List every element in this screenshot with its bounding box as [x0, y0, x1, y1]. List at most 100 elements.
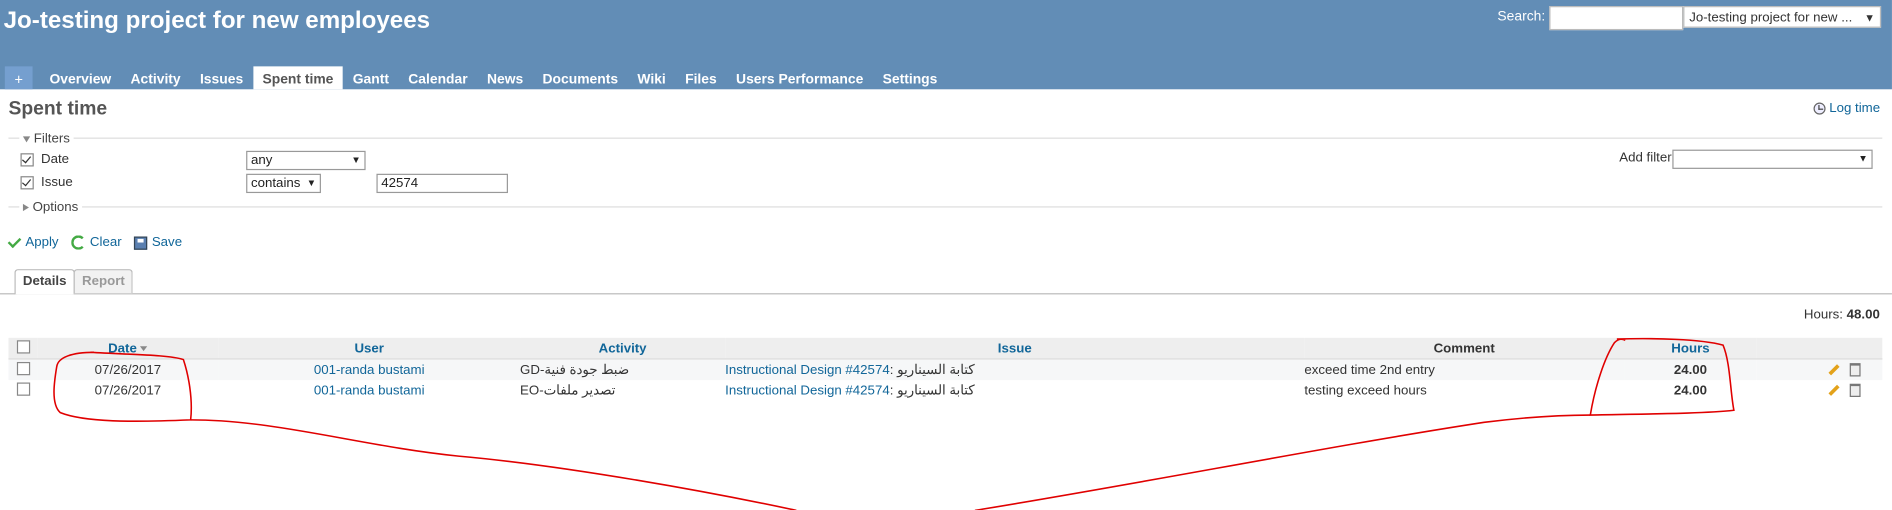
- clear-button[interactable]: Clear: [70, 235, 122, 250]
- row-activity: EO-تصدير ملفات: [520, 383, 616, 399]
- filters-legend-label: Filters: [33, 131, 70, 146]
- tab-issues[interactable]: Issues: [190, 66, 253, 89]
- table-row: 07/26/2017 001-randa bustami GD-ضبط جودة…: [8, 358, 1883, 381]
- row-comment: exceed time 2nd entry: [1304, 358, 1625, 381]
- row-issue-cell: Instructional Design #42574: كتابة السين…: [725, 358, 1305, 381]
- clear-label: Clear: [89, 235, 122, 250]
- date-operator-select[interactable]: any ▼: [246, 150, 366, 171]
- issue-filter-checkbox[interactable]: [20, 175, 34, 189]
- project-jump-select[interactable]: Jo-testing project for new ... ▼: [1683, 6, 1882, 28]
- select-all-cell: [8, 337, 38, 360]
- issue-subject: : كتابة السيناريو: [889, 363, 975, 378]
- column-user[interactable]: User: [218, 337, 521, 360]
- row-activity: GD-ضبط جودة فنية: [520, 358, 726, 381]
- tab-report[interactable]: Report: [73, 269, 134, 294]
- column-comment: Comment: [1304, 337, 1625, 360]
- chevron-down-icon: ▼: [306, 177, 317, 189]
- row-user-cell: 001-randa bustami: [218, 380, 520, 401]
- user-link[interactable]: 001-randa bustami: [314, 363, 425, 377]
- user-link[interactable]: 001-randa bustami: [314, 383, 425, 397]
- tab-activity[interactable]: Activity: [121, 66, 190, 89]
- column-date[interactable]: Date: [37, 337, 219, 360]
- row-select-cell: [8, 380, 37, 401]
- table-row: 07/26/2017 001-randa bustami EO-تصدير مل…: [8, 380, 1882, 401]
- row-checkbox[interactable]: [16, 361, 30, 375]
- row-actions: [1757, 380, 1882, 401]
- apply-label: Apply: [25, 235, 59, 250]
- column-actions: [1756, 337, 1883, 360]
- tab-users-performance[interactable]: Users Performance: [726, 66, 873, 89]
- sort-desc-icon: [140, 345, 148, 351]
- trash-icon[interactable]: [1849, 383, 1861, 398]
- tab-documents[interactable]: Documents: [533, 66, 628, 89]
- options-legend-label: Options: [32, 200, 79, 215]
- issue-operator-select[interactable]: contains ▼: [246, 173, 321, 194]
- date-filter-checkbox[interactable]: [20, 152, 34, 166]
- time-entries-table: Date User Activity Issue Comment Hours 0…: [8, 337, 1883, 401]
- tab-calendar[interactable]: Calendar: [399, 66, 478, 89]
- connecting-curve-left: [190, 419, 797, 510]
- checkmark-icon: [7, 233, 22, 248]
- edit-pencil-icon[interactable]: [1828, 364, 1840, 376]
- total-hours-value: 48.00: [1846, 307, 1880, 323]
- tab-news[interactable]: News: [477, 66, 533, 89]
- row-user-cell: 001-randa bustami: [218, 358, 521, 381]
- issue-operator-value: contains: [250, 176, 301, 191]
- tab-details[interactable]: Details: [14, 269, 75, 295]
- log-time-label: Log time: [1829, 101, 1881, 116]
- log-time-link[interactable]: Log time: [1813, 101, 1881, 116]
- select-all-checkbox[interactable]: [16, 339, 30, 353]
- row-select-cell: [8, 358, 38, 381]
- column-activity[interactable]: Activity: [520, 337, 726, 360]
- main-menu: + Overview Activity Issues Spent time Ga…: [4, 66, 947, 90]
- row-hours: 24.00: [1673, 383, 1708, 398]
- expand-arrow-icon: [22, 204, 29, 212]
- new-object-button[interactable]: +: [4, 66, 33, 90]
- tab-files[interactable]: Files: [675, 66, 726, 89]
- options-fieldset: Options: [8, 200, 1883, 215]
- project-title: Jo-testing project for new employees: [3, 7, 431, 34]
- column-hours[interactable]: Hours: [1624, 337, 1757, 360]
- project-jump-value: Jo-testing project for new ...: [1689, 10, 1853, 26]
- tab-gantt[interactable]: Gantt: [343, 66, 399, 89]
- total-hours: Hours: 48.00: [1804, 308, 1880, 322]
- tab-wiki[interactable]: Wiki: [628, 66, 676, 89]
- view-tabs: Details Report: [0, 269, 1892, 295]
- tab-overview[interactable]: Overview: [40, 66, 121, 89]
- issue-link[interactable]: Instructional Design #42574: [725, 363, 890, 377]
- save-label: Save: [151, 235, 183, 250]
- apply-button[interactable]: Apply: [7, 233, 59, 250]
- row-issue-cell: Instructional Design #42574: كتابة السين…: [725, 380, 1304, 401]
- filters-toggle[interactable]: Filters: [19, 131, 74, 146]
- add-filter-select[interactable]: ▼: [1672, 149, 1873, 169]
- page-title: Spent time: [8, 98, 108, 120]
- issue-value-input[interactable]: 42574: [376, 173, 508, 194]
- issue-link[interactable]: Instructional Design #42574: [725, 384, 890, 398]
- chevron-down-icon: ▼: [351, 154, 361, 166]
- filter-row-date: Date: [20, 152, 70, 167]
- row-checkbox[interactable]: [16, 381, 30, 396]
- issue-subject: : كتابة السيناريو: [889, 383, 975, 399]
- page: Jo-testing project for new employees Sea…: [0, 0, 1892, 510]
- table-header-row: Date User Activity Issue Comment Hours: [8, 337, 1883, 360]
- add-filter-label: Add filter: [1619, 150, 1672, 166]
- column-issue[interactable]: Issue: [725, 337, 1305, 360]
- search-input[interactable]: [1549, 6, 1684, 31]
- date-filter-label: Date: [41, 152, 70, 167]
- chevron-down-icon: ▼: [1864, 12, 1876, 25]
- collapse-arrow-icon: [22, 135, 31, 142]
- tab-spent-time[interactable]: Spent time: [252, 66, 344, 90]
- tab-settings[interactable]: Settings: [873, 66, 947, 89]
- filters-fieldset: Filters: [8, 131, 1883, 146]
- row-comment: testing exceed hours: [1304, 383, 1427, 398]
- row-actions: [1756, 358, 1883, 381]
- options-toggle[interactable]: Options: [19, 200, 82, 215]
- top-header: Jo-testing project for new employees Sea…: [0, 0, 1892, 90]
- save-button[interactable]: Save: [133, 235, 183, 250]
- edit-pencil-icon[interactable]: [1828, 384, 1840, 396]
- trash-icon[interactable]: [1849, 363, 1861, 377]
- clock-icon: [1813, 102, 1826, 115]
- chevron-down-icon: ▼: [1858, 153, 1868, 165]
- reload-icon: [70, 235, 86, 250]
- date-operator-value: any: [250, 153, 273, 168]
